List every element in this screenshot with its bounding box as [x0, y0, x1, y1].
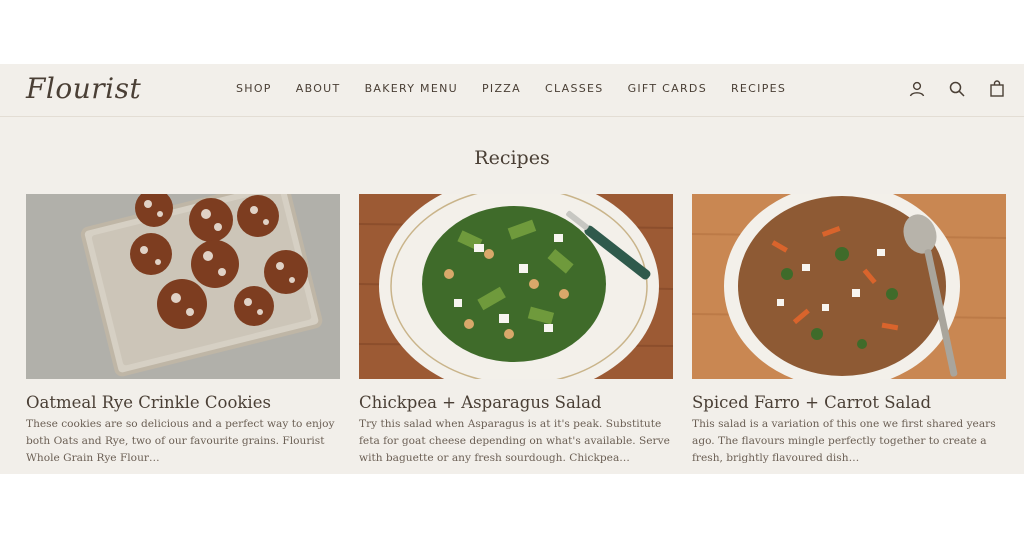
- nav-item-recipes[interactable]: RECIPES: [731, 82, 786, 95]
- site-header: Flourist SHOP ABOUT BAKERY MENU PIZZA CL…: [0, 64, 1024, 117]
- recipe-card: Chickpea + Asparagus Salad Try this sala…: [359, 194, 673, 467]
- recipe-card: Spiced Farro + Carrot Salad This salad i…: [692, 194, 1006, 467]
- nav-item-shop[interactable]: SHOP: [236, 82, 272, 95]
- recipe-excerpt: This salad is a variation of this one we…: [692, 418, 996, 464]
- search-icon[interactable]: [948, 80, 966, 98]
- recipe-title[interactable]: Chickpea + Asparagus Salad: [359, 393, 673, 412]
- account-icon[interactable]: [908, 80, 926, 98]
- recipe-title[interactable]: Spiced Farro + Carrot Salad: [692, 393, 1006, 412]
- chickpea-asparagus-salad-plate-image[interactable]: [359, 194, 673, 379]
- page-title: Recipes: [474, 147, 550, 169]
- header-actions: [908, 80, 1006, 98]
- recipe-title[interactable]: Oatmeal Rye Crinkle Cookies: [26, 393, 340, 412]
- nav-item-bakery-menu[interactable]: BAKERY MENU: [365, 82, 458, 95]
- cart-bag-icon[interactable]: [988, 80, 1006, 98]
- farro-carrot-salad-bowl-image[interactable]: [692, 194, 1006, 379]
- main-nav: SHOP ABOUT BAKERY MENU PIZZA CLASSES GIF…: [236, 82, 786, 95]
- recipe-card: Oatmeal Rye Crinkle Cookies These cookie…: [26, 194, 340, 467]
- nav-item-about[interactable]: ABOUT: [296, 82, 341, 95]
- recipe-excerpt: These cookies are so delicious and a per…: [26, 418, 335, 464]
- nav-item-gift-cards[interactable]: GIFT CARDS: [628, 82, 707, 95]
- site-frame: Flourist SHOP ABOUT BAKERY MENU PIZZA CL…: [0, 64, 1024, 474]
- nav-item-classes[interactable]: CLASSES: [545, 82, 604, 95]
- cookies-on-baking-tray-image[interactable]: [26, 194, 340, 379]
- brand-logo[interactable]: Flourist: [26, 72, 141, 105]
- recipe-excerpt: Try this salad when Asparagus is at it's…: [359, 418, 670, 464]
- nav-item-pizza[interactable]: PIZZA: [482, 82, 521, 95]
